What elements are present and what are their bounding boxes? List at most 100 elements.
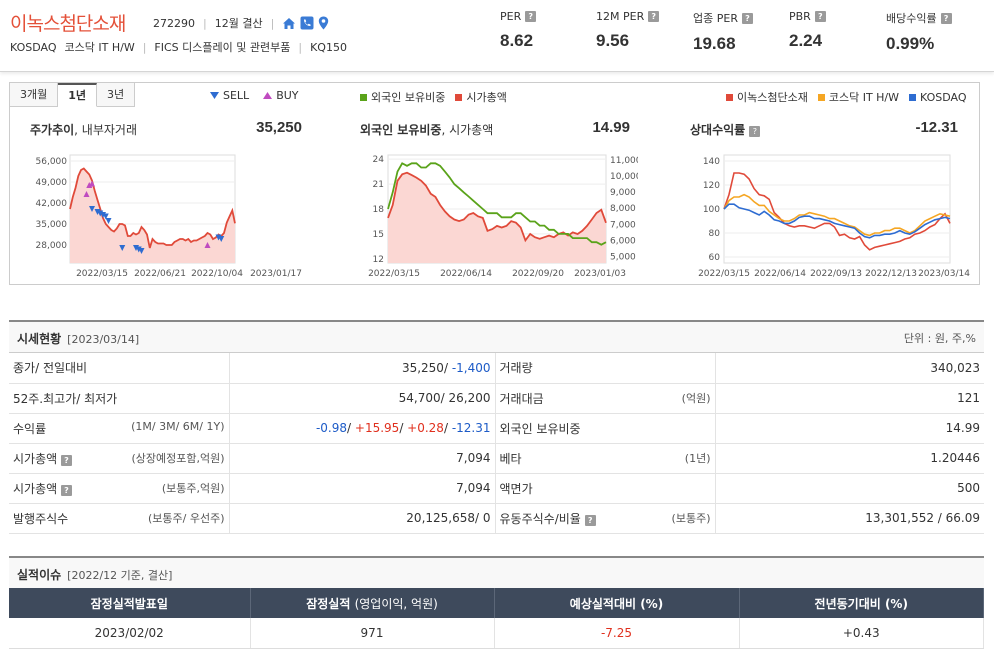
sell-marker — [105, 218, 112, 224]
y-tick-label: 100 — [703, 205, 720, 215]
table-header-row: 잠정실적발표일 잠정실적 (영업이익, 억원) 예상실적대비 (%) 전년동기대… — [9, 588, 984, 618]
row-label: 수익률 (1M/ 3M/ 6M/ 1Y) — [9, 413, 230, 444]
x-tick-label: 2022/09/20 — [512, 269, 564, 279]
row-value: 14.99 — [715, 413, 984, 444]
column-header: 잠정실적 (영업이익, 억원) — [250, 588, 495, 618]
market-status-table: 종가/ 전일대비 35,250/ -1,400 거래량 340,023 52주.… — [9, 353, 984, 534]
help-icon[interactable]: ? — [584, 514, 596, 526]
legend-swatch — [455, 93, 463, 101]
y-tick-label: 28,000 — [36, 241, 68, 251]
y-right-tick-label: 7,000 — [610, 220, 636, 230]
help-icon[interactable]: ? — [814, 11, 826, 22]
y-tick-label: 49,000 — [36, 178, 68, 188]
sector-name: 코스닥 IT H/W — [64, 41, 135, 54]
help-icon[interactable]: ? — [741, 12, 753, 24]
price-panel-value: 35,250 — [256, 119, 302, 136]
metric-label: PBR — [789, 10, 811, 23]
y-right-tick-label: 8,000 — [610, 204, 636, 214]
y-right-tick-label: 10,000 — [610, 172, 638, 182]
price-chart[interactable]: 56,000 49,000 42,000 35,000 28,000 2022/03/15… — [30, 149, 310, 281]
metric-value: 0.99% — [886, 34, 935, 53]
unit-label: 단위 : 원, 주,% — [903, 332, 976, 345]
y-left-tick-label: 18 — [373, 205, 385, 215]
section-title: 실적이슈 [2022/12 기준, 결산] — [17, 568, 173, 582]
column-header: 전년동기대비 (%) — [739, 588, 984, 618]
row-value: 1.20446 — [715, 443, 984, 474]
x-tick-label: 2022/03/15 — [76, 269, 128, 279]
legend-swatch — [909, 93, 917, 101]
metric-value: 9.56 — [596, 31, 630, 50]
table-row: 2023/02/02 971 -7.25 +0.43 — [9, 618, 984, 649]
tab-3y[interactable]: 3년 — [97, 83, 136, 107]
table-row: 시가총액 ? (보통주,억원) 7,094 액면가 500 — [9, 473, 984, 504]
header-info-row: 272290 | 12월 결산 | — [153, 15, 329, 31]
performance-header: 실적이슈 [2022/12 기준, 결산] — [9, 556, 984, 588]
help-icon[interactable]: ? — [648, 11, 660, 22]
price-area — [70, 168, 235, 263]
y-left-tick-label: 24 — [373, 155, 385, 165]
x-tick-label: 2022/06/21 — [134, 269, 186, 279]
row-value: 500 — [715, 473, 984, 504]
metric-label: 업종 PER — [693, 12, 738, 25]
prelim-value: 971 — [250, 618, 495, 649]
price-panel: 주가추이, 내부자거래 35,250 — [30, 119, 302, 138]
performance-table: 잠정실적발표일 잠정실적 (영업이익, 억원) 예상실적대비 (%) 전년동기대… — [9, 588, 984, 649]
legend-swatch — [360, 93, 367, 101]
mktcap-legend-label: 시가총액 — [466, 91, 507, 104]
help-icon[interactable]: ? — [61, 454, 72, 466]
y-tick-label: 60 — [709, 253, 721, 263]
help-icon[interactable]: ? — [61, 484, 72, 496]
market-status-header: 시세현황 [2023/03/14] 단위 : 원, 주,% — [9, 320, 984, 353]
metric-12m-per: 12M PER? 9.56 — [596, 10, 660, 51]
home-icon[interactable] — [282, 17, 296, 30]
row-label: 베타 (1년) — [495, 443, 716, 474]
row-label: 52주.최고가/ 최저가 — [9, 383, 230, 414]
mktcap-area — [388, 172, 606, 263]
help-icon[interactable]: ? — [940, 12, 952, 24]
y-left-tick-label: 21 — [373, 180, 384, 190]
row-value: 340,023 — [715, 353, 984, 384]
metric-per: PER? 8.62 — [500, 10, 537, 51]
x-tick-label: 2023/01/03 — [574, 269, 626, 279]
row-label: 시가총액 ? (상장예정포함,억원) — [9, 443, 230, 474]
help-icon[interactable]: ? — [525, 11, 537, 22]
table-row: 52주.최고가/ 최저가 54,700/ 26,200 거래대금 (억원) 121 — [9, 383, 984, 414]
map-pin-icon[interactable] — [318, 16, 329, 30]
x-tick-label: 2023/01/17 — [250, 269, 302, 279]
y-right-tick-label: 5,000 — [610, 253, 636, 263]
tab-3m[interactable]: 3개월 — [10, 83, 59, 107]
y-tick-label: 140 — [703, 157, 720, 167]
column-header: 예상실적대비 (%) — [494, 588, 740, 618]
vs-estimate: -7.25 — [494, 618, 740, 649]
help-icon[interactable]: ? — [749, 126, 761, 137]
foreign-legend-label: 외국인 보유비중 — [371, 91, 446, 104]
metric-label: 12M PER — [596, 10, 645, 23]
row-label: 거래대금 (억원) — [495, 383, 716, 414]
metric-value: 8.62 — [500, 31, 534, 50]
x-tick-label: 2022/03/15 — [368, 269, 420, 279]
metric-value: 19.68 — [693, 34, 736, 53]
row-value: 7,094 — [229, 443, 496, 474]
row-label: 시가총액 ? (보통주,억원) — [9, 473, 230, 504]
kosdaq-legend-label: KOSDAQ — [920, 90, 967, 104]
sell-legend-label: SELL — [223, 89, 250, 102]
column-header: 잠정실적발표일 — [9, 588, 251, 618]
company-legend-label: 이녹스첨단소재 — [737, 91, 808, 104]
foreign-chart[interactable]: 24 21 18 15 12 11,000 10,000 9,000 8,000 7,000 6,0… — [358, 149, 638, 281]
phone-icon[interactable] — [300, 16, 314, 30]
x-tick-label: 2022/12/13 — [865, 269, 917, 279]
row-value: 7,094 — [229, 473, 496, 504]
x-tick-label: 2022/06/14 — [754, 269, 806, 279]
row-label: 종가/ 전일대비 — [9, 353, 230, 384]
buy-marker-icon — [263, 91, 273, 99]
y-tick-label: 80 — [709, 229, 721, 239]
table-row: 시가총액 ? (상장예정포함,억원) 7,094 베타 (1년) 1.20446 — [9, 443, 984, 474]
y-right-tick-label: 6,000 — [610, 236, 636, 246]
y-tick-label: 35,000 — [36, 220, 68, 230]
yoy-change: +0.43 — [739, 618, 984, 649]
fiscal-month: 12월 결산 — [214, 17, 263, 30]
tab-1y[interactable]: 1년 — [58, 83, 98, 107]
relative-chart[interactable]: 140 120 100 80 60 2022/03/15 2022/06/14 2022/09… — [686, 149, 971, 281]
y-right-tick-label: 11,000 — [610, 156, 638, 166]
returns-value: -0.98/ +15.95/ +0.28/ -12.31 — [229, 413, 496, 444]
